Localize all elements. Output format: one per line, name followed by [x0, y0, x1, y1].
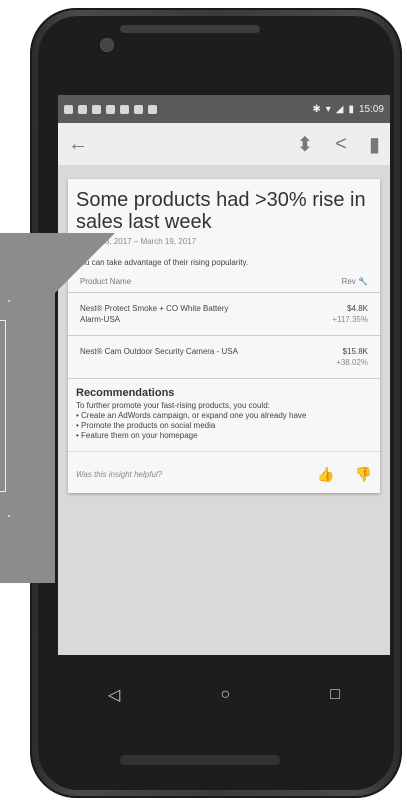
notification-icon	[148, 104, 157, 114]
wifi-icon: ▾	[325, 103, 331, 115]
recents-icon[interactable]: □	[330, 686, 340, 704]
thumbs-up-icon[interactable]: 👍	[317, 466, 334, 483]
recommendations-intro: To further promote your fast-rising prod…	[76, 401, 270, 410]
pin-icon[interactable]: ⬍	[297, 132, 314, 157]
revenue-change: +117.35%	[332, 315, 368, 324]
overlay-arrow	[55, 233, 115, 293]
revenue-change: +38.02%	[336, 358, 368, 367]
signal-icon: ◢	[335, 103, 344, 115]
home-icon[interactable]: ○	[220, 686, 230, 704]
android-nav-bar: ◁ ○ □	[58, 675, 390, 715]
notification-icons	[64, 104, 157, 114]
recommendations-heading: Recommendations	[76, 387, 175, 399]
feedback-bar: Was this insight helpful? 👍 👎	[68, 451, 380, 493]
app-bar-actions: ⬍ < ▮	[297, 132, 380, 157]
recommendation-text: Feature them on your homepage	[81, 431, 198, 440]
overlay-dot	[8, 515, 10, 517]
insight-title: Some products had >30% rise in sales las…	[76, 189, 366, 233]
bottom-speaker	[120, 755, 280, 765]
notification-icon	[120, 104, 129, 114]
product-name: Nest® Cam Outdoor Security Camera - USA	[80, 347, 238, 356]
status-right: ✱ ▾ ◢ ▮ 15:09	[312, 104, 384, 115]
arrow-left-icon[interactable]: ←	[68, 133, 88, 156]
trash-icon[interactable]: ▮	[369, 132, 380, 157]
overlay-panel	[0, 233, 55, 583]
recommendation-text: Promote the products on social media	[81, 421, 216, 430]
battery-icon: ▮	[348, 103, 354, 115]
bluetooth-icon: ✱	[312, 103, 321, 115]
notification-icon	[64, 104, 73, 114]
revenue-value: $15.8K	[342, 347, 368, 356]
clock: 15:09	[358, 103, 384, 115]
feedback-question: Was this insight helpful?	[76, 470, 163, 479]
table-row[interactable]: Nest® Cam Outdoor Security Camera - USA …	[68, 336, 380, 379]
notification-icon	[92, 104, 101, 114]
status-bar: ✱ ▾ ◢ ▮ 15:09	[58, 95, 390, 123]
insight-card: Some products had >30% rise in sales las…	[68, 179, 380, 493]
phone-screen: ✱ ▾ ◢ ▮ 15:09 ← ⬍ < ▮ Some products had …	[58, 95, 390, 655]
overlay-dot	[8, 300, 10, 302]
col-revenue: Rev 🔧	[342, 277, 368, 286]
recommendation-item: • Create an AdWords campaign, or expand …	[76, 411, 307, 420]
col-revenue-label: Rev	[341, 277, 356, 286]
product-value: $15.8K +38.02%	[336, 346, 368, 368]
app-bar: ← ⬍ < ▮	[58, 123, 390, 165]
product-value: $4.8K +117.35%	[332, 303, 368, 325]
wrench-icon: 🔧	[358, 277, 368, 286]
notification-icon	[78, 104, 87, 114]
revenue-value: $4.8K	[347, 304, 368, 313]
back-icon[interactable]: ◁	[108, 685, 120, 705]
recommendation-item: • Feature them on your homepage	[76, 431, 198, 440]
front-camera	[100, 38, 114, 52]
recommendation-item: • Promote the products on social media	[76, 421, 216, 430]
product-name: Nest® Protect Smoke + CO White Battery A…	[80, 304, 229, 324]
share-icon[interactable]: <	[335, 133, 347, 156]
notification-icon	[134, 104, 143, 114]
feedback-buttons: 👍 👎	[317, 466, 372, 483]
recommendation-text: Create an AdWords campaign, or expand on…	[81, 411, 307, 420]
table-row[interactable]: Nest® Protect Smoke + CO White Battery A…	[68, 293, 380, 336]
thumbs-down-icon[interactable]: 👎	[355, 466, 372, 483]
overlay-outline	[0, 320, 6, 492]
earpiece-speaker	[120, 25, 260, 33]
notification-icon	[106, 104, 115, 114]
